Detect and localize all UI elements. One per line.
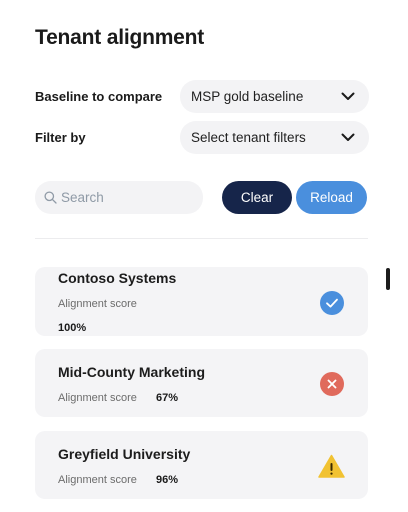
tenant-card[interactable]: Greyfield University Alignment score 96% [35, 431, 368, 499]
scrollbar-thumb[interactable] [386, 268, 390, 290]
warning-triangle-icon [318, 454, 345, 478]
filter-select[interactable]: Select tenant filters [180, 121, 369, 154]
filter-label: Filter by [35, 130, 86, 145]
search-icon [44, 191, 57, 204]
alignment-score-label: Alignment score [58, 298, 137, 310]
reload-button[interactable]: Reload [296, 181, 367, 214]
filter-row: Filter by Select tenant filters [35, 121, 369, 155]
divider [35, 238, 368, 239]
baseline-row: Baseline to compare MSP gold baseline [35, 80, 369, 114]
baseline-select-value: MSP gold baseline [191, 89, 304, 104]
search-input[interactable] [61, 181, 199, 214]
tenant-name: Mid-County Marketing [58, 364, 205, 380]
clear-button[interactable]: Clear [222, 181, 292, 214]
alignment-score-label: Alignment score [58, 474, 137, 486]
error-circle-icon [320, 372, 344, 396]
baseline-select[interactable]: MSP gold baseline [180, 80, 369, 113]
baseline-label: Baseline to compare [35, 89, 163, 104]
chevron-down-icon [341, 133, 355, 141]
filter-select-value: Select tenant filters [191, 130, 306, 145]
check-circle-icon [320, 291, 344, 315]
alignment-score-value: 67% [156, 392, 179, 404]
scrollbar[interactable] [386, 268, 390, 500]
chevron-down-icon [341, 92, 355, 100]
search-box[interactable] [35, 181, 203, 214]
tenant-card[interactable]: Mid-County Marketing Alignment score 67% [35, 349, 368, 417]
tenant-card[interactable]: Contoso Systems Alignment score 100% [35, 267, 368, 336]
alignment-score-label: Alignment score [58, 392, 137, 404]
alignment-score-value: 100% [58, 322, 87, 334]
tenant-name: Greyfield University [58, 446, 191, 462]
alignment-score-value: 96% [156, 474, 179, 486]
tenant-name: Contoso Systems [58, 270, 177, 286]
page-title: Tenant alignment [35, 26, 205, 49]
